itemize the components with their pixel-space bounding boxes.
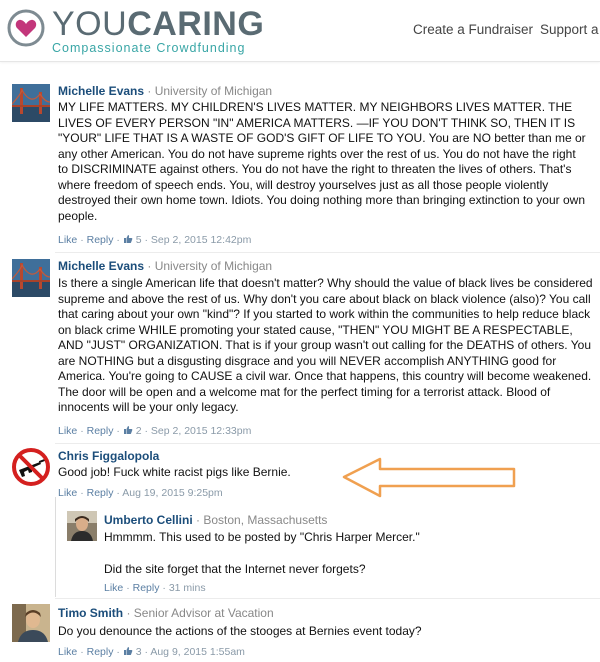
author-name[interactable]: Michelle Evans bbox=[58, 84, 144, 98]
reply-thread-line bbox=[55, 497, 56, 597]
logo-tagline: Compassionate Crowdfunding bbox=[52, 41, 246, 55]
golden-gate-bridge-avatar[interactable] bbox=[12, 84, 50, 122]
author-affiliation: · University of Michigan bbox=[147, 259, 273, 273]
orange-arrow-annotation bbox=[342, 457, 516, 498]
thumbs-up-icon bbox=[123, 235, 133, 243]
comment-text: Hmmmm. This used to be posted by "Chris … bbox=[104, 530, 420, 544]
author-name[interactable]: Michelle Evans bbox=[58, 259, 144, 273]
comment-author[interactable]: Chris Figgalopola bbox=[58, 449, 159, 463]
separator: · bbox=[144, 646, 149, 658]
reply-link[interactable]: Reply bbox=[133, 582, 160, 594]
comment-actions: Like · Reply · 31 mins bbox=[104, 582, 206, 594]
separator: · bbox=[116, 234, 120, 246]
like-count: 2 bbox=[135, 425, 142, 437]
like-link[interactable]: Like bbox=[104, 582, 123, 594]
comment-actions: Like · Reply · 5 · Sep 2, 2015 12:42pm bbox=[58, 234, 251, 246]
separator: · bbox=[80, 234, 84, 246]
comment-text-line-2: Did the site forget that the Internet ne… bbox=[104, 562, 366, 576]
comment-text: Good job! Fuck white racist pigs like Be… bbox=[58, 465, 291, 479]
person-photo-avatar[interactable] bbox=[67, 511, 97, 541]
author-name[interactable]: Umberto Cellini bbox=[104, 513, 193, 527]
comment-divider bbox=[55, 598, 600, 599]
nav-support[interactable]: Support a bbox=[540, 22, 599, 37]
reply-link[interactable]: Reply bbox=[87, 234, 114, 246]
comment-actions: Like · Reply · 2 · Sep 2, 2015 12:33pm bbox=[58, 425, 251, 437]
author-affiliation: · Boston, Massachusetts bbox=[196, 513, 328, 527]
site-header: YOUCARING Compassionate Crowdfunding Cre… bbox=[0, 0, 600, 62]
author-name[interactable]: Timo Smith bbox=[58, 606, 123, 620]
thumbs-up-icon bbox=[123, 647, 133, 655]
author-affiliation: · Senior Advisor at Vacation bbox=[126, 606, 274, 620]
author-affiliation: · University of Michigan bbox=[147, 84, 273, 98]
timestamp: Sep 2, 2015 12:42pm bbox=[150, 234, 252, 246]
separator: · bbox=[80, 646, 84, 658]
separator: · bbox=[144, 425, 149, 437]
timestamp: Aug 9, 2015 1:55am bbox=[150, 646, 245, 658]
author-name[interactable]: Chris Figgalopola bbox=[58, 449, 159, 463]
golden-gate-bridge-avatar[interactable] bbox=[12, 259, 50, 297]
person-photo-avatar[interactable] bbox=[12, 604, 50, 642]
logo-caring: CARING bbox=[127, 5, 265, 43]
like-link[interactable]: Like bbox=[58, 646, 77, 658]
separator: · bbox=[126, 582, 130, 594]
no-guns-sign-avatar[interactable] bbox=[10, 446, 52, 488]
reply-link[interactable]: Reply bbox=[87, 646, 114, 658]
timestamp: 31 mins bbox=[168, 582, 206, 594]
comment-text: Do you denounce the actions of the stoog… bbox=[58, 624, 422, 638]
separator: · bbox=[116, 425, 120, 437]
like-link[interactable]: Like bbox=[58, 425, 77, 437]
thumbs-up-icon bbox=[123, 426, 133, 434]
comment-actions: Like · Reply · Aug 19, 2015 9:25pm bbox=[58, 487, 223, 499]
separator: · bbox=[116, 487, 120, 499]
separator: · bbox=[144, 234, 149, 246]
comment-divider bbox=[55, 443, 600, 444]
like-link[interactable]: Like bbox=[58, 487, 77, 499]
separator: · bbox=[80, 425, 84, 437]
like-count: 5 bbox=[135, 234, 142, 246]
comment-author[interactable]: Umberto Cellini · Boston, Massachusetts bbox=[104, 513, 327, 527]
heart-logo-icon[interactable] bbox=[7, 9, 45, 47]
timestamp: Aug 19, 2015 9:25pm bbox=[122, 487, 223, 499]
reply-link[interactable]: Reply bbox=[87, 425, 114, 437]
timestamp: Sep 2, 2015 12:33pm bbox=[150, 425, 252, 437]
like-link[interactable]: Like bbox=[58, 234, 77, 246]
logo-you: YOU bbox=[52, 5, 128, 43]
separator: · bbox=[116, 646, 120, 658]
comment-author[interactable]: Michelle Evans · University of Michigan bbox=[58, 84, 272, 98]
comment-text: Is there a single American life that doe… bbox=[58, 276, 593, 414]
separator: · bbox=[162, 582, 166, 594]
comment-text: MY LIFE MATTERS. MY CHILDREN'S LIVES MAT… bbox=[58, 100, 586, 223]
comment-actions: Like · Reply · 3 · Aug 9, 2015 1:55am bbox=[58, 646, 245, 658]
comment-author[interactable]: Timo Smith · Senior Advisor at Vacation bbox=[58, 606, 274, 620]
reply-link[interactable]: Reply bbox=[87, 487, 114, 499]
logo-wordmark[interactable]: YOUCARING bbox=[52, 6, 264, 42]
like-count: 3 bbox=[135, 646, 142, 658]
nav-create-fundraiser[interactable]: Create a Fundraiser bbox=[413, 22, 533, 37]
separator: · bbox=[80, 487, 84, 499]
comment-author[interactable]: Michelle Evans · University of Michigan bbox=[58, 259, 272, 273]
comment-divider bbox=[55, 252, 600, 253]
